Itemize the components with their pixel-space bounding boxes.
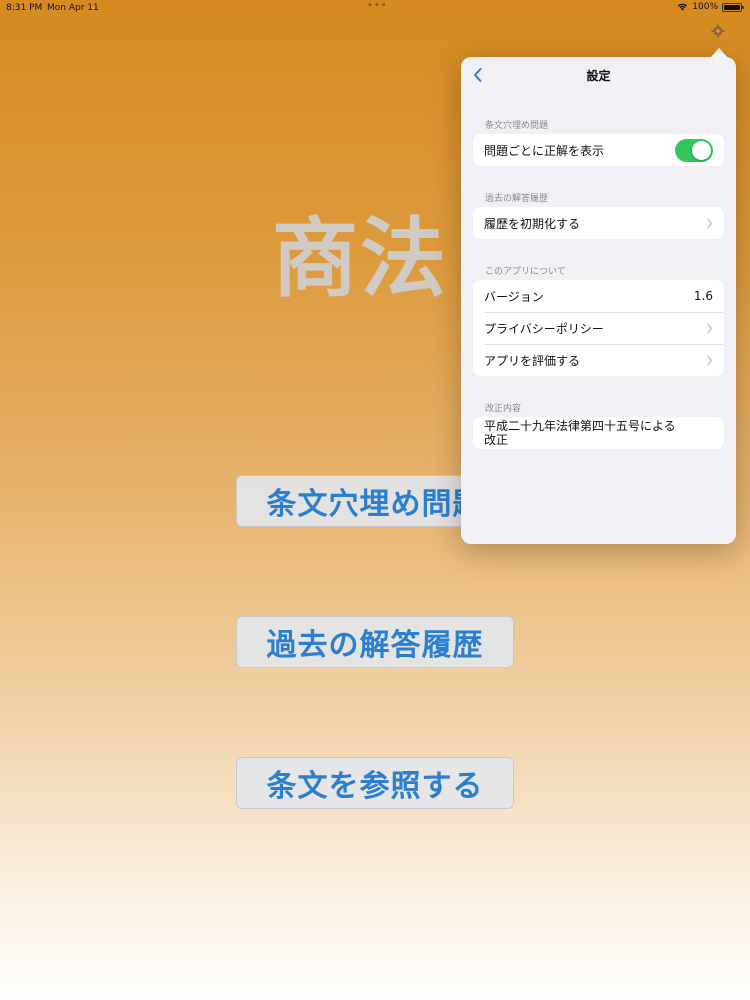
privacy-policy-label: プライバシーポリシー bbox=[484, 321, 604, 336]
group-history: 履歴を初期化する bbox=[473, 207, 724, 239]
rate-app-label: アプリを評価する bbox=[484, 353, 581, 368]
section-header-history: 過去の解答履歴 bbox=[485, 194, 549, 204]
rate-app-row[interactable]: アプリを評価する bbox=[473, 344, 724, 376]
group-amendment: 平成二十九年法律第四十五号による改正 bbox=[473, 417, 724, 449]
wifi-icon bbox=[678, 3, 688, 11]
status-bar: 8:31 PM Mon Apr 11 ••• 100% bbox=[0, 0, 750, 16]
battery-percent: 100% bbox=[692, 2, 718, 12]
group-quiz: 問題ごとに正解を表示 bbox=[473, 134, 724, 166]
browse-articles-button[interactable]: 条文を参照する bbox=[236, 757, 514, 809]
group-about: バージョン 1.6 プライバシーポリシー アプリを評価する bbox=[473, 280, 724, 376]
reset-history-label: 履歴を初期化する bbox=[484, 216, 581, 231]
amendment-note: 平成二十九年法律第四十五号による改正 bbox=[484, 419, 676, 447]
version-row: バージョン 1.6 bbox=[473, 280, 724, 312]
show-answer-toggle[interactable] bbox=[675, 138, 713, 162]
status-time: 8:31 PM bbox=[6, 3, 43, 13]
toggle-knob bbox=[692, 140, 711, 160]
status-date: Mon Apr 11 bbox=[47, 3, 99, 13]
popover-header: 設定 bbox=[461, 57, 736, 95]
version-value: 1.6 bbox=[693, 289, 713, 303]
section-header-quiz: 条文穴埋め問題 bbox=[485, 121, 549, 131]
privacy-policy-row[interactable]: プライバシーポリシー bbox=[473, 312, 724, 344]
chevron-right-icon bbox=[706, 323, 713, 333]
battery-icon bbox=[722, 2, 744, 12]
multitasking-dots[interactable]: ••• bbox=[367, 0, 388, 11]
show-answer-row: 問題ごとに正解を表示 bbox=[473, 134, 724, 166]
status-right: 100% bbox=[677, 2, 744, 12]
chevron-right-icon bbox=[706, 218, 713, 228]
section-header-about: このアプリについて bbox=[485, 267, 566, 277]
section-header-amendment: 改正内容 bbox=[485, 404, 522, 414]
popover-title: 設定 bbox=[586, 69, 611, 83]
chevron-right-icon bbox=[706, 355, 713, 365]
app-title: 商法 bbox=[272, 208, 448, 309]
answer-history-button[interactable]: 過去の解答履歴 bbox=[236, 616, 514, 668]
settings-popover: 設定 条文穴埋め問題 問題ごとに正解を表示 過去の解答履歴 履歴を初期化する こ… bbox=[461, 48, 736, 544]
show-answer-label: 問題ごとに正解を表示 bbox=[484, 143, 605, 158]
version-label: バージョン bbox=[484, 289, 544, 304]
gear-icon[interactable] bbox=[711, 24, 725, 38]
reset-history-row[interactable]: 履歴を初期化する bbox=[473, 207, 724, 239]
